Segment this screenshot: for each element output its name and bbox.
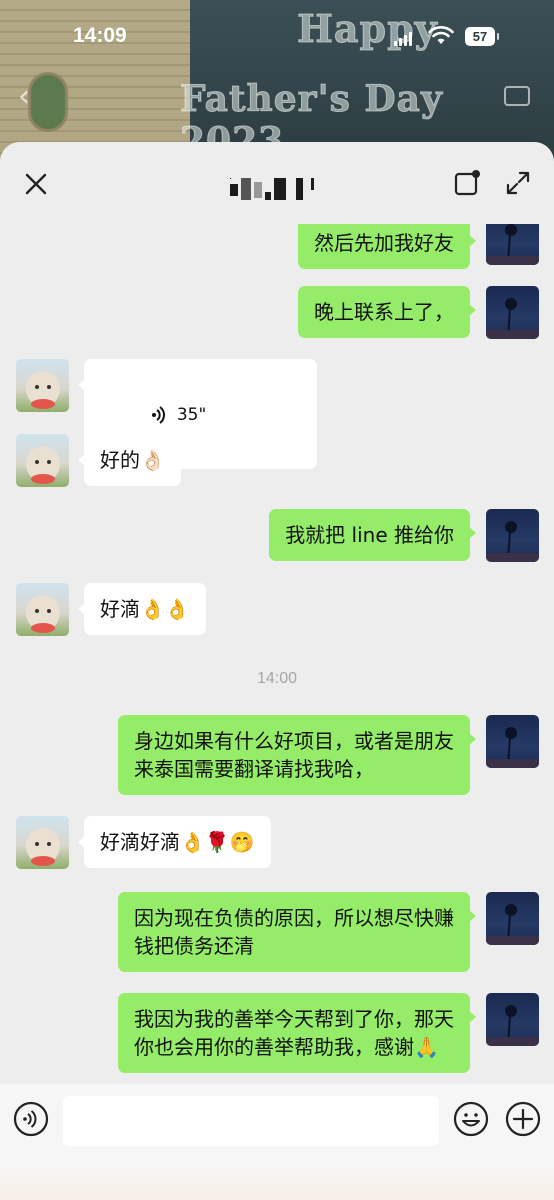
contact-avatar[interactable]	[16, 359, 69, 412]
input-bar	[0, 1084, 554, 1200]
chat-header	[0, 142, 554, 224]
message-bubble[interactable]: 身边如果有什么好项目，或者是朋友 来泰国需要翻译请找我哈，	[118, 715, 476, 795]
message-input[interactable]	[63, 1096, 439, 1146]
chat-title	[230, 178, 231, 179]
wifi-icon	[428, 26, 454, 44]
my-avatar[interactable]	[486, 892, 539, 945]
contact-avatar[interactable]	[16, 583, 69, 636]
voice-wave-icon	[151, 405, 165, 424]
my-avatar[interactable]	[486, 286, 539, 339]
emoji-icon[interactable]	[453, 1101, 489, 1137]
battery-icon: 57	[465, 27, 499, 46]
expand-icon[interactable]	[505, 170, 531, 196]
time-separator: 14:00	[256, 670, 298, 687]
voice-duration: 35"	[176, 405, 207, 425]
my-avatar[interactable]	[486, 509, 539, 562]
contact-avatar[interactable]	[16, 434, 69, 487]
banner-happy: Happy	[297, 6, 438, 52]
message-bubble[interactable]: 然后先加我好友	[298, 224, 476, 269]
chat-title-redacted	[230, 178, 322, 200]
close-icon[interactable]	[22, 170, 50, 198]
house-window	[28, 72, 68, 132]
my-avatar[interactable]	[486, 224, 539, 265]
home-indicator-area	[0, 1164, 554, 1200]
my-avatar[interactable]	[486, 993, 539, 1046]
my-avatar[interactable]	[486, 715, 539, 768]
message-bubble[interactable]: 晚上联系上了，	[298, 286, 476, 338]
message-bubble[interactable]: 我因为我的善举今天帮到了你，那天 你也会用你的善举帮助我，感谢🙏	[118, 993, 476, 1073]
status-time: 14:09	[73, 24, 127, 47]
message-list[interactable]: 然后先加我好友 晚上联系上了， 35" 好的👌🏻 我就把 line 推给你 好滴…	[0, 224, 554, 1084]
message-bubble[interactable]: 好滴👌👌	[78, 583, 206, 635]
plus-icon[interactable]	[505, 1101, 541, 1137]
contact-avatar[interactable]	[16, 816, 69, 869]
camera-icon	[504, 86, 530, 106]
back-chevron-icon: ‹	[18, 79, 30, 114]
message-bubble[interactable]: 好滴好滴👌🌹🤭	[78, 816, 271, 868]
message-bubble[interactable]: 我就把 line 推给你	[269, 509, 476, 561]
window-icon[interactable]	[454, 170, 480, 196]
message-bubble[interactable]: 因为现在负债的原因，所以想尽快赚 钱把债务还清	[118, 892, 476, 972]
message-bubble[interactable]: 好的👌🏻	[78, 434, 181, 486]
signal-icon	[394, 32, 412, 46]
voice-icon[interactable]	[13, 1101, 49, 1137]
chat-sheet: 然后先加我好友 晚上联系上了， 35" 好的👌🏻 我就把 line 推给你 好滴…	[0, 142, 554, 1200]
